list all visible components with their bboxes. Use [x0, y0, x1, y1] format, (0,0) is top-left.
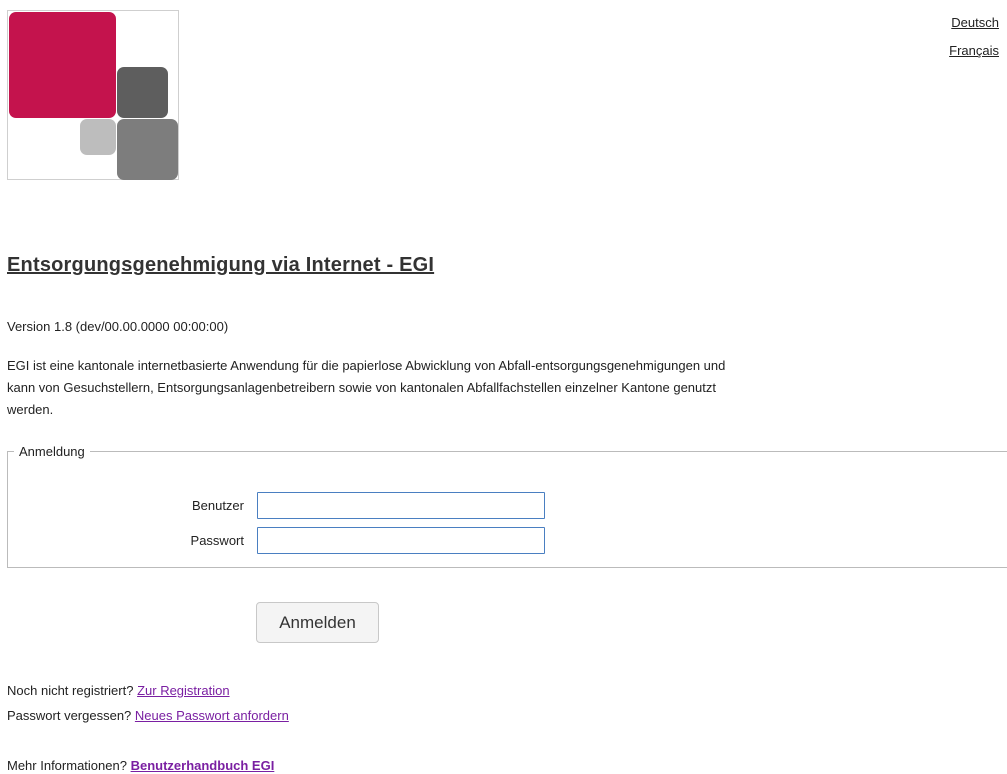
- logo-square-red: [9, 12, 116, 118]
- logo-square-light: [80, 119, 116, 155]
- password-input[interactable]: [257, 527, 545, 554]
- forgot-password-line: Passwort vergessen? Neues Passwort anfor…: [7, 708, 289, 723]
- forgot-password-prompt: Passwort vergessen?: [7, 708, 132, 723]
- user-input[interactable]: [257, 492, 545, 519]
- user-label: Benutzer: [191, 498, 244, 513]
- password-label: Passwort: [190, 533, 244, 548]
- login-fieldset: Anmeldung Benutzer Passwort: [7, 444, 1007, 568]
- forgot-password-link[interactable]: Neues Passwort anfordern: [135, 708, 289, 723]
- info-prompt: Mehr Informationen?: [7, 758, 127, 773]
- language-link-german[interactable]: Deutsch: [949, 14, 999, 31]
- manual-link[interactable]: Benutzerhandbuch EGI: [131, 758, 275, 773]
- login-legend: Anmeldung: [19, 444, 85, 459]
- register-prompt: Noch nicht registriert?: [7, 683, 134, 698]
- register-line: Noch nicht registriert? Zur Registration: [7, 683, 230, 698]
- info-line: Mehr Informationen? Benutzerhandbuch EGI: [7, 758, 274, 773]
- logo-square-dark: [117, 67, 168, 118]
- login-button[interactable]: Anmelden: [256, 602, 379, 643]
- register-link[interactable]: Zur Registration: [137, 683, 229, 698]
- page-title: Entsorgungsgenehmigung via Internet - EG…: [7, 254, 435, 276]
- logo-square-grey: [117, 119, 178, 180]
- language-switcher: Deutsch Français: [949, 14, 999, 70]
- language-link-french[interactable]: Français: [949, 42, 999, 59]
- description-text: EGI ist eine kantonale internetbasierte …: [7, 358, 726, 417]
- version-text: Version 1.8 (dev/00.00.0000 00:00:00): [7, 319, 229, 334]
- logo: [7, 10, 179, 180]
